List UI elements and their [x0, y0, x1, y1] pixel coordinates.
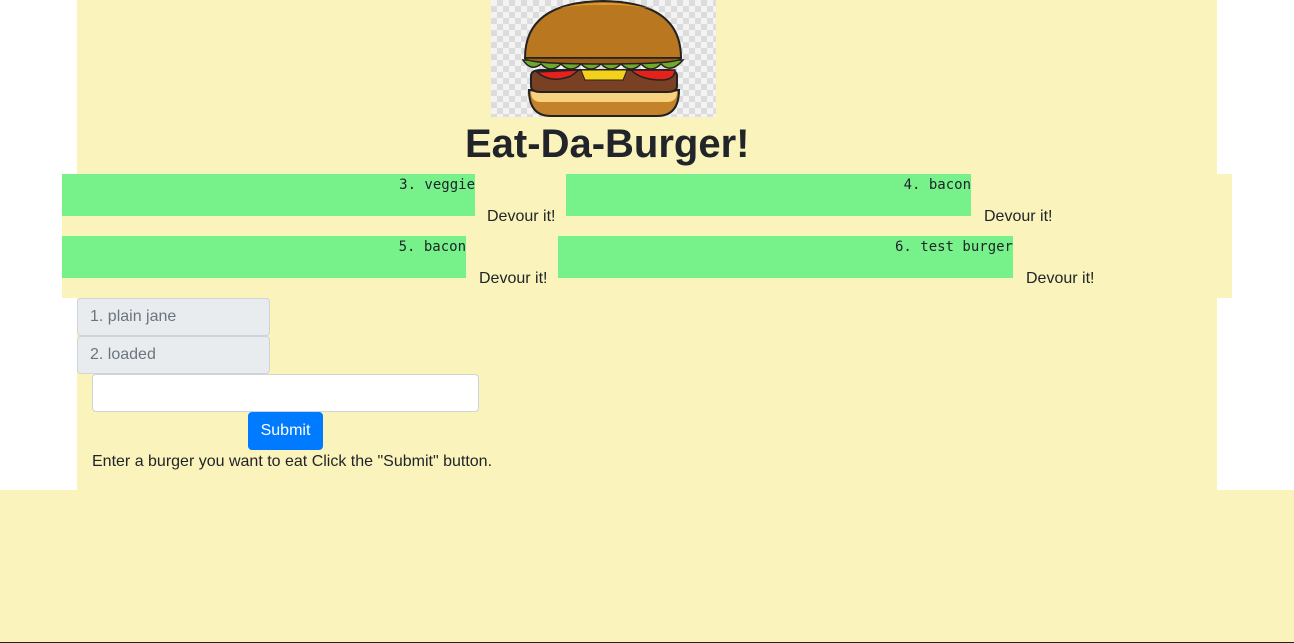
burger-item: 5. bacon	[62, 236, 466, 278]
burger-item: 4. bacon	[566, 174, 971, 216]
burger-name-input[interactable]	[92, 374, 479, 412]
page-title: Eat-Da-Burger!	[465, 122, 750, 166]
devour-button[interactable]: Devour it!	[479, 270, 547, 288]
devour-button[interactable]: Devour it!	[487, 208, 555, 226]
burger-item: 6. test burger	[558, 236, 1013, 278]
burger-row: 3. veggie Devour it! 4. bacon Devour it!	[62, 174, 1232, 236]
eaten-burger-item: 2. loaded	[77, 336, 270, 374]
eaten-burger-item: 1. plain jane	[77, 298, 270, 336]
burger-icon	[491, 0, 716, 117]
devour-button[interactable]: Devour it!	[984, 208, 1052, 226]
submit-button[interactable]: Submit	[248, 412, 323, 450]
form-instructions: Enter a burger you want to eat Click the…	[92, 453, 493, 470]
burger-item: 3. veggie	[62, 174, 475, 216]
devour-button[interactable]: Devour it!	[1026, 270, 1094, 288]
page-background	[0, 490, 1294, 642]
burger-logo-image	[521, 0, 685, 117]
burger-row: 5. bacon Devour it! 6. test burger Devou…	[62, 236, 1232, 298]
